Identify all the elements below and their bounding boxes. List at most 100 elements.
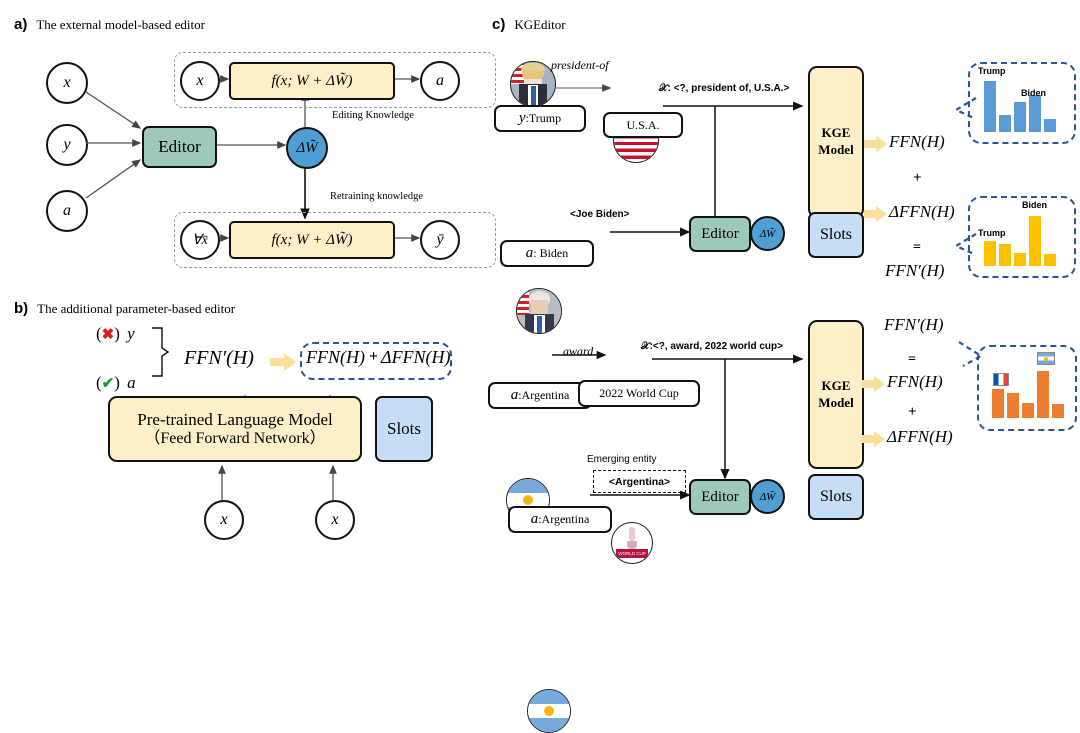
head-entity-name-bottom: :Argentina [518,388,570,402]
edit-entity-name-bottom: :Argentina [538,512,590,526]
panel-b-wrong-label: y [127,324,135,343]
panel-a-bottom-input-label: ∀x̄ [192,232,208,248]
panel-b-input-left-label: x [220,511,228,528]
panel-a-input-a: a [46,190,88,232]
panel-b-source-formula-plus: + [369,348,379,365]
panel-a-letter: a) [14,16,28,33]
emerging-entity-token-label: <Argentina> [608,475,671,488]
bar-chart-1-bar-2 [1014,102,1026,132]
slots-box-bottom: Slots [808,474,864,520]
panel-a-input-y: y [46,124,88,166]
bar-chart-2-bar-3 [1029,216,1041,266]
kge-model-line2-top: Model [818,142,854,157]
tail-entity-name-top: U.S.A. [626,117,660,132]
panel-b-yellow-arrow-icon [270,353,296,371]
editor-box-top[interactable]: Editor [689,216,751,252]
panel-b-source-formula-left: FFN(H) [306,347,365,367]
panel-a-editor-label: Editor [158,137,201,156]
emerging-entity-token: <Argentina> [593,470,686,493]
panel-b-plm-line2: （Feed Forward Network） [144,429,326,447]
head-entity-prefix-top: y [518,110,526,126]
france-flag-icon [993,373,1009,386]
head-entity-label-bottom: a:Argentina [488,382,592,409]
output-ffn-bottom: FFN(H) [887,372,943,391]
yellow-arrow-icon-bottom-2 [862,431,885,447]
bar-chart-2-bar-1 [999,244,1011,266]
slots-box-top: Slots [808,212,864,258]
delta-w-label-top: ΔW̃ [759,227,776,240]
yellow-arrow-icon-top-1 [864,136,887,152]
panel-a-top-input: x [180,61,220,101]
yellow-arrow-icon-bottom-1 [862,376,885,392]
panel-a-top-formula-box: f(x; W + ΔW̃) [229,62,395,100]
output-equals-bottom: = [908,352,916,367]
bar-chart-1-bar-0 [984,81,996,132]
bar-chart-3-bar-1 [1007,393,1019,418]
panel-a-delta-w-node: ΔW̃ [286,127,328,169]
tail-entity-label-bottom: 2022 World Cup [578,380,700,407]
panel-a-input-a-label: a [63,202,71,219]
panel-b-header: b) The additional parameter-based editor [14,300,235,318]
panel-a-bottom-formula: f(x; W + ΔW̃) [271,231,353,248]
slots-label-bottom: Slots [819,488,852,505]
relation-label-top: president-of [551,58,609,72]
relation-label-bottom: award [563,344,594,358]
panel-a-editor-box[interactable]: Editor [142,126,217,168]
trump-photo [510,61,556,107]
output-delta-ffn-top: ΔFFN(H) [889,202,955,221]
output-ffn-prime-bottom: FFN′(H) [884,315,944,334]
edit-entity-prefix-top: a [525,245,534,261]
slots-label-top: Slots [819,226,852,243]
bar-chart-3-bar-0 [992,389,1004,418]
editor-label-bottom: Editor [701,488,739,505]
panel-b-input-right: x [315,500,355,540]
biden-photo [516,288,562,334]
panel-a-editing-caption: Editing Knowledge [332,110,414,121]
panel-b-plm-box: Pre-trained Language Model （Feed Forward… [108,396,362,462]
argentina-flag-icon-chart [1037,352,1055,365]
edit-entity-prefix-bottom: a [530,511,539,527]
edit-entity-label-top: a: Biden [500,240,594,267]
delta-w-node-bottom: ΔW̃ [750,479,785,514]
bar-chart-1-label-biden: Biden [1021,88,1047,98]
bar-chart-3-bar-4 [1052,404,1064,418]
panel-a-input-x-label: x [63,74,71,91]
output-equals-top: = [913,240,921,255]
query-text-top: 𝒳: <?, president of, U.S.A.> [659,83,790,94]
bar-chart-2-bar-0 [984,241,996,266]
kge-model-line1-top: KGE [821,125,851,141]
chart-bubble-tail-1 [953,97,977,120]
panel-b-title: The additional parameter-based editor [37,301,236,316]
panel-b-right-row: (✔) a [96,373,136,392]
output-ffn-top: FFN(H) [889,132,945,151]
panel-a-top-output-label: a [436,72,444,89]
bar-chart-2-label-trump: Trump [978,228,1006,238]
bar-chart-1 [984,76,1056,132]
tail-entity-label-top: U.S.A. [603,112,683,138]
query-text-bottom: 𝒳:<?, award, 2022 world cup> [641,341,783,352]
panel-c-title: KGEditor [514,17,566,32]
head-entity-name-top: :Trump [525,111,562,125]
kge-model-line2-bottom: Model [818,394,854,410]
panel-c-letter: c) [492,16,506,33]
bar-chart-2 [984,210,1056,266]
panel-b-input-right-label: x [331,511,339,528]
panel-a-bottom-input: ∀x̄ [180,220,220,260]
kge-model-box-bottom: KGE Model [808,320,864,469]
panel-a-input-y-label: y [63,136,71,153]
editor-box-bottom[interactable]: Editor [689,479,751,515]
panel-b-right-label: a [127,373,136,392]
output-plus-top: + [913,170,922,186]
panel-a-top-formula: f(x; W + ΔW̃) [271,72,353,89]
bar-chart-1-bar-1 [999,115,1011,132]
bar-chart-2-bar-2 [1014,253,1026,266]
panel-a-title: The external model-based editor [36,17,205,32]
output-ffn-prime-top: FFN′(H) [885,261,945,280]
output-delta-ffn-bottom: ΔFFN(H) [887,427,953,446]
panel-a-retraining-caption: Retraining knowledge [330,191,424,202]
editor-label-top: Editor [701,225,739,242]
panel-b-plm-line1: Pre-trained Language Model [137,409,333,429]
head-entity-prefix-bottom: a [510,387,519,403]
bar-chart-1-bar-4 [1044,119,1056,132]
head-entity-label-top: y:Trump [494,105,586,132]
